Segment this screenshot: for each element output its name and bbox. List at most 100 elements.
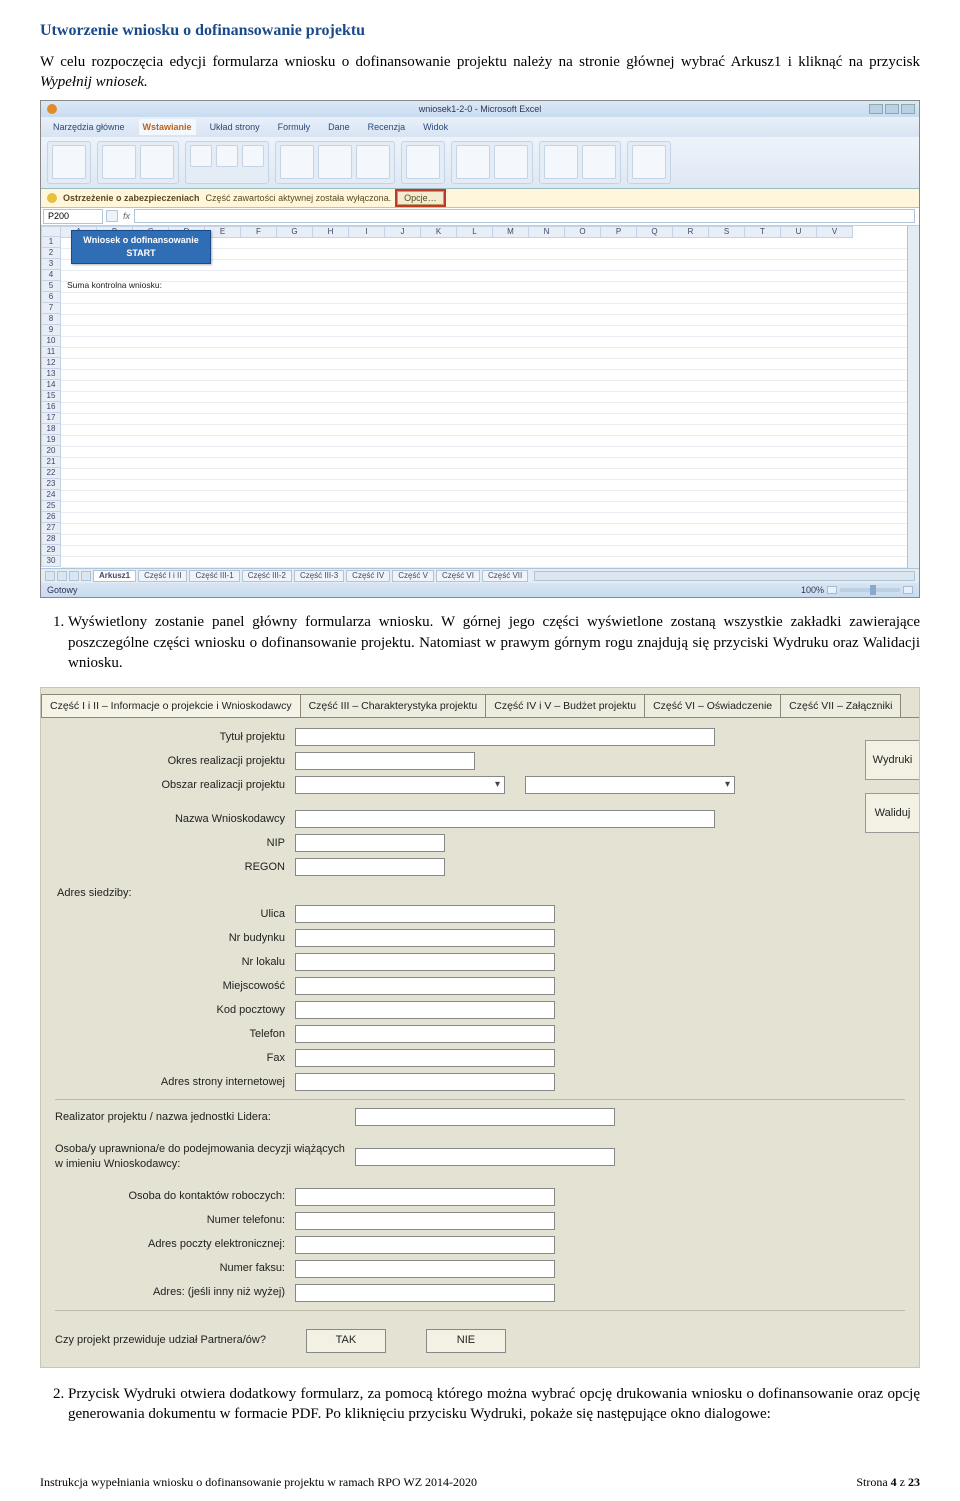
row-header: 24 xyxy=(41,490,61,501)
sheet-tab: Część VII xyxy=(482,570,528,583)
form-tab: Część I i II – Informacje o projekcie i … xyxy=(41,694,301,717)
input-numtel xyxy=(295,1212,555,1230)
ribbon-button-icon xyxy=(280,145,314,179)
sheet-tab: Część III-3 xyxy=(294,570,344,583)
sheet-tab: Część V xyxy=(392,570,434,583)
office-button-icon xyxy=(47,104,57,114)
label-nrlok: Nr lokalu xyxy=(55,955,295,970)
ribbon-tab: Widok xyxy=(419,119,452,135)
sheet-tabs: Arkusz1 Część I i II Część III-1 Część I… xyxy=(41,568,919,584)
input-realizator xyxy=(355,1108,615,1126)
close-icon xyxy=(901,104,915,114)
ribbon-button-icon xyxy=(494,145,528,179)
row-header: 2 xyxy=(41,248,61,259)
label-tytul: Tytuł projektu xyxy=(55,730,295,745)
col-header: J xyxy=(385,226,421,238)
sheet-tab: Część III-1 xyxy=(189,570,239,583)
step-2: Przycisk Wydruki otwiera dodatkowy formu… xyxy=(68,1384,920,1425)
footer-right: Strona 4 z 23 xyxy=(856,1474,920,1490)
ribbon-button-icon xyxy=(544,145,578,179)
col-header: L xyxy=(457,226,493,238)
input-numfax xyxy=(295,1260,555,1278)
row-header: 20 xyxy=(41,446,61,457)
col-header: T xyxy=(745,226,781,238)
form-tabs: Część I i II – Informacje o projekcie i … xyxy=(41,688,919,718)
label-numfax: Numer faksu: xyxy=(55,1261,295,1276)
label-email: Adres poczty elektronicznej: xyxy=(55,1237,295,1252)
row-header: 14 xyxy=(41,380,61,391)
ribbon-button-icon xyxy=(356,145,390,179)
zoom-value: 100% xyxy=(801,584,824,596)
grid-cells xyxy=(61,238,919,568)
ribbon-tab: Układ strony xyxy=(206,119,264,135)
label-okres: Okres realizacji projektu xyxy=(55,754,295,769)
no-button: NIE xyxy=(426,1329,506,1353)
input-www xyxy=(295,1073,555,1091)
ribbon-tab: Dane xyxy=(324,119,354,135)
sheet-tab: Część III-2 xyxy=(242,570,292,583)
ribbon-button-icon xyxy=(190,145,212,167)
ribbon-button-icon xyxy=(318,145,352,179)
input-tytul xyxy=(295,728,715,746)
row-header: 16 xyxy=(41,402,61,413)
form-tab: Część VI – Oświadczenie xyxy=(644,694,781,717)
label-tel: Telefon xyxy=(55,1027,295,1042)
footer-page-total: 23 xyxy=(908,1475,920,1489)
vertical-scrollbar xyxy=(907,226,919,568)
ribbon-tab: Recenzja xyxy=(364,119,410,135)
label-nrbud: Nr budynku xyxy=(55,931,295,946)
input-ulica xyxy=(295,905,555,923)
step-list: Wyświetlony zostanie panel główny formul… xyxy=(68,612,920,673)
label-www: Adres strony internetowej xyxy=(55,1075,295,1090)
section-heading: Utworzenie wniosku o dofinansowanie proj… xyxy=(40,20,920,42)
col-header: M xyxy=(493,226,529,238)
input-miejsc xyxy=(295,977,555,995)
select-all-corner xyxy=(41,226,61,237)
label-regon: REGON xyxy=(55,860,295,875)
input-nazwa xyxy=(295,810,715,828)
row-header: 22 xyxy=(41,468,61,479)
ribbon-button-icon xyxy=(52,145,86,179)
input-kod xyxy=(295,1001,555,1019)
footer-page-label: Strona xyxy=(856,1475,890,1489)
page-footer: Instrukcja wypełniania wniosku o dofinan… xyxy=(40,1474,920,1490)
excel-security-warning: Ostrzeżenie o zabezpieczeniach Część zaw… xyxy=(41,189,919,208)
validate-button: Waliduj xyxy=(865,793,919,833)
row-header: 30 xyxy=(41,556,61,567)
label-realizator: Realizator projektu / nazwa jednostki Li… xyxy=(55,1110,355,1125)
ribbon-button-icon xyxy=(406,145,440,179)
namebox-dropdown-icon xyxy=(106,210,118,222)
col-header: U xyxy=(781,226,817,238)
row-header: 25 xyxy=(41,501,61,512)
col-header: H xyxy=(313,226,349,238)
row-header: 29 xyxy=(41,545,61,556)
excel-window-title: wniosek1-2-0 - Microsoft Excel xyxy=(419,103,542,115)
start-button-line1: Wniosek o dofinansowanie xyxy=(83,234,199,246)
row-header: 10 xyxy=(41,336,61,347)
zoom-control: 100% xyxy=(801,584,913,596)
divider xyxy=(55,1310,905,1311)
footer-left: Instrukcja wypełniania wniosku o dofinan… xyxy=(40,1474,477,1490)
col-header: K xyxy=(421,226,457,238)
label-nazwa: Nazwa Wnioskodawcy xyxy=(55,812,295,827)
col-header: N xyxy=(529,226,565,238)
row-header: 28 xyxy=(41,534,61,545)
row-header: 9 xyxy=(41,325,61,336)
name-box: P200 xyxy=(43,209,103,223)
step-list-cont: Przycisk Wydruki otwiera dodatkowy formu… xyxy=(68,1384,920,1425)
ribbon-body xyxy=(41,137,919,189)
zoom-slider xyxy=(840,588,900,592)
sheet-tab: Część IV xyxy=(346,570,390,583)
row-header: 18 xyxy=(41,424,61,435)
ribbon-button-icon xyxy=(140,145,174,179)
formula-bar-row: P200 fx xyxy=(41,208,919,225)
ribbon-button-icon xyxy=(582,145,616,179)
col-header: I xyxy=(349,226,385,238)
row-header: 8 xyxy=(41,314,61,325)
intro-paragraph: W celu rozpoczęcia edycji formularza wni… xyxy=(40,52,920,93)
window-buttons xyxy=(869,104,915,114)
ribbon-button-icon xyxy=(242,145,264,167)
col-header: G xyxy=(277,226,313,238)
row-header: 12 xyxy=(41,358,61,369)
row-header: 19 xyxy=(41,435,61,446)
